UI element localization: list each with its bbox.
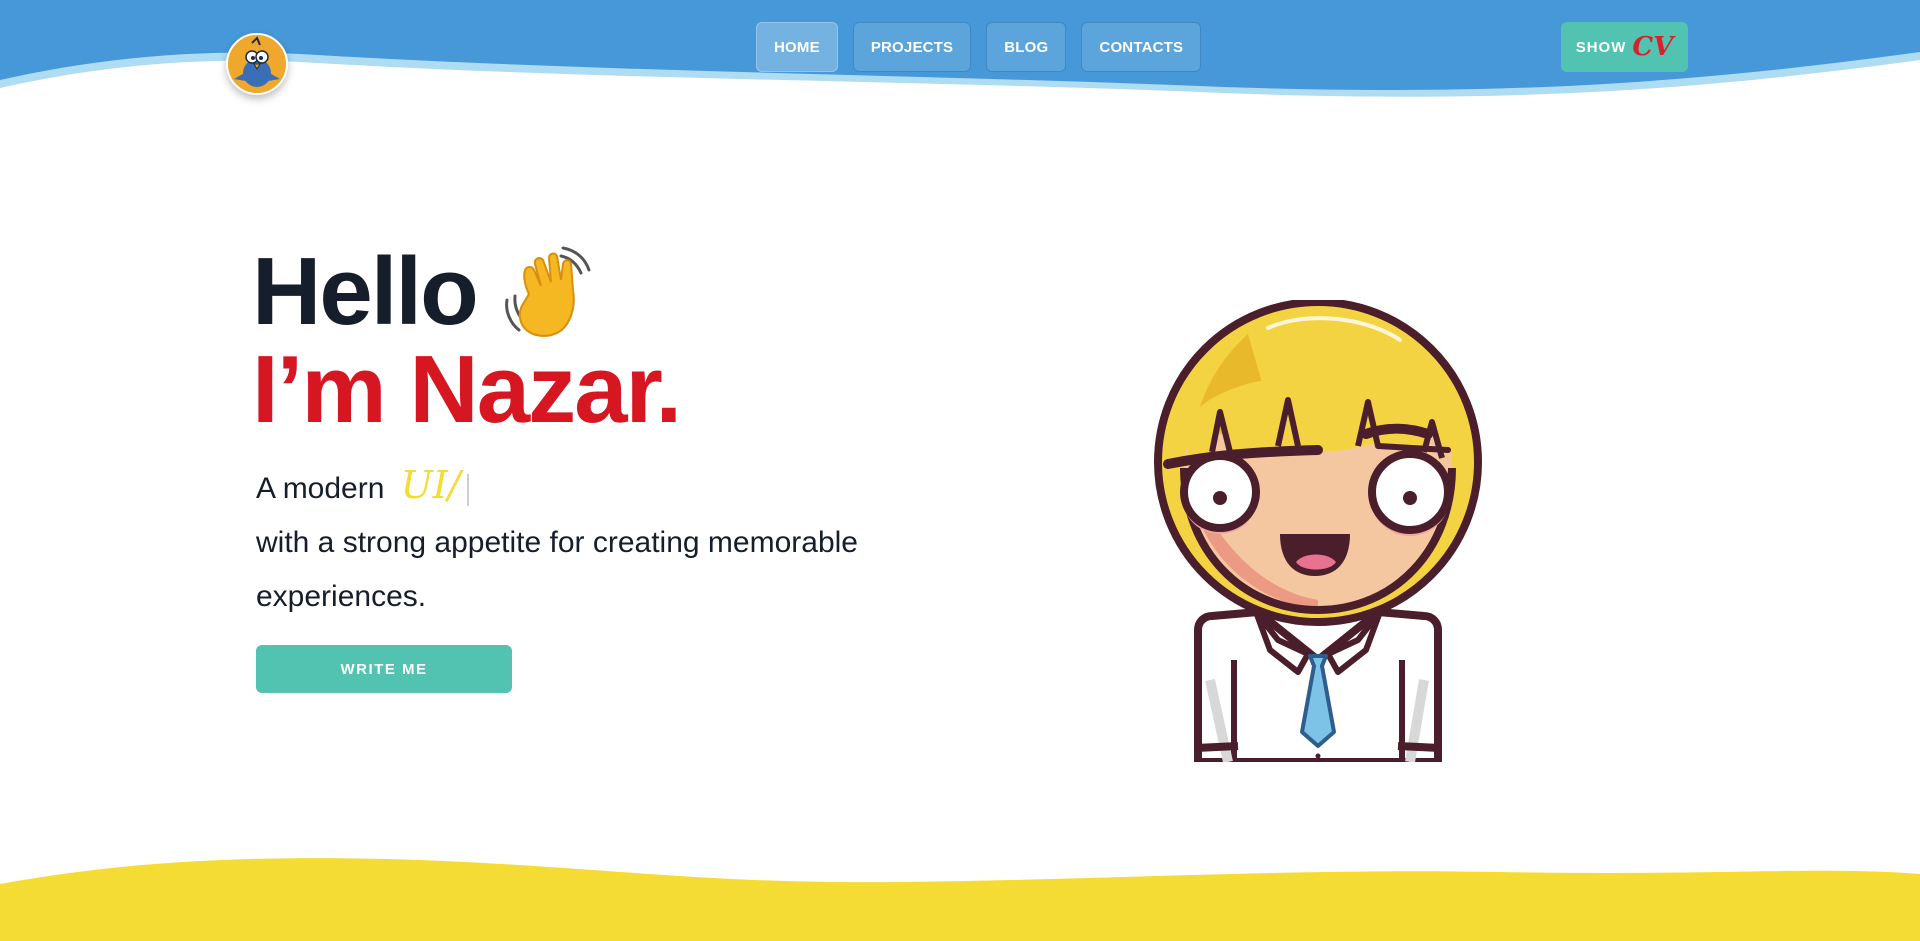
hello-line: Hello bbox=[252, 242, 680, 342]
typing-cursor bbox=[466, 474, 469, 507]
nav-home[interactable]: HOME bbox=[756, 22, 838, 72]
cv-highlight: CV bbox=[1632, 32, 1674, 62]
waving-hand-icon bbox=[504, 246, 591, 337]
page: HOME PROJECTS BLOG CONTACTS SHOW CV Hell… bbox=[0, 0, 1920, 941]
nav-projects[interactable]: PROJECTS bbox=[852, 22, 972, 72]
write-me-button[interactable]: WRITE ME bbox=[256, 645, 512, 693]
typed-word: UI/ bbox=[400, 463, 461, 507]
cartoon-avatar-icon bbox=[1154, 300, 1482, 762]
greeting-text: Hello bbox=[252, 238, 479, 345]
subtitle-prefix: A modern bbox=[256, 472, 385, 505]
nav-contacts[interactable]: CONTACTS bbox=[1081, 22, 1202, 72]
name-line: I’m Nazar. bbox=[252, 336, 682, 443]
footer-wave bbox=[0, 858, 1920, 941]
subtitle-rest: with a strong appetite for creating memo… bbox=[256, 526, 858, 613]
hero-subtitle: A modern UI/ with a strong appetite for … bbox=[256, 458, 916, 624]
nav-blog[interactable]: BLOG bbox=[986, 22, 1067, 72]
main-nav: HOME PROJECTS BLOG CONTACTS bbox=[756, 22, 1202, 72]
bird-logo-icon bbox=[226, 33, 288, 95]
logo[interactable] bbox=[226, 33, 288, 95]
show-cv-button[interactable]: SHOW CV bbox=[1561, 22, 1688, 72]
show-cv-label: SHOW bbox=[1575, 38, 1627, 56]
hero-title: Hello I’m Nazar. bbox=[252, 242, 682, 443]
